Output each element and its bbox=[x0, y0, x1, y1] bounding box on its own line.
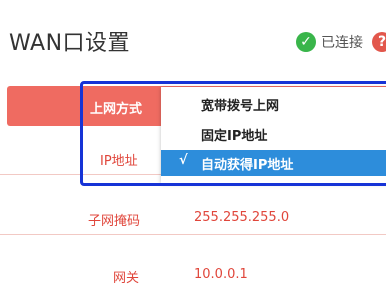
check-circle-icon: ✓ bbox=[296, 32, 316, 52]
subnet-mask-value[interactable]: 255.255.255.0 bbox=[194, 210, 289, 225]
gateway-value[interactable]: 10.0.0.1 bbox=[194, 267, 248, 282]
highlight-frame bbox=[80, 81, 386, 186]
gateway-label: 网关 bbox=[113, 271, 140, 286]
subnet-mask-label: 子网掩码 bbox=[88, 214, 141, 229]
row-divider bbox=[0, 234, 386, 235]
wan-settings-page: WAN口设置 ✓ 已连接 ? 上网方式 IP地址 子网掩码 255.255.25… bbox=[0, 0, 386, 290]
page-title: WAN口设置 bbox=[9, 31, 131, 56]
status-label: 已连接 bbox=[321, 35, 363, 51]
connection-status: ✓ 已连接 bbox=[296, 31, 363, 53]
help-icon[interactable]: ? bbox=[372, 32, 386, 52]
